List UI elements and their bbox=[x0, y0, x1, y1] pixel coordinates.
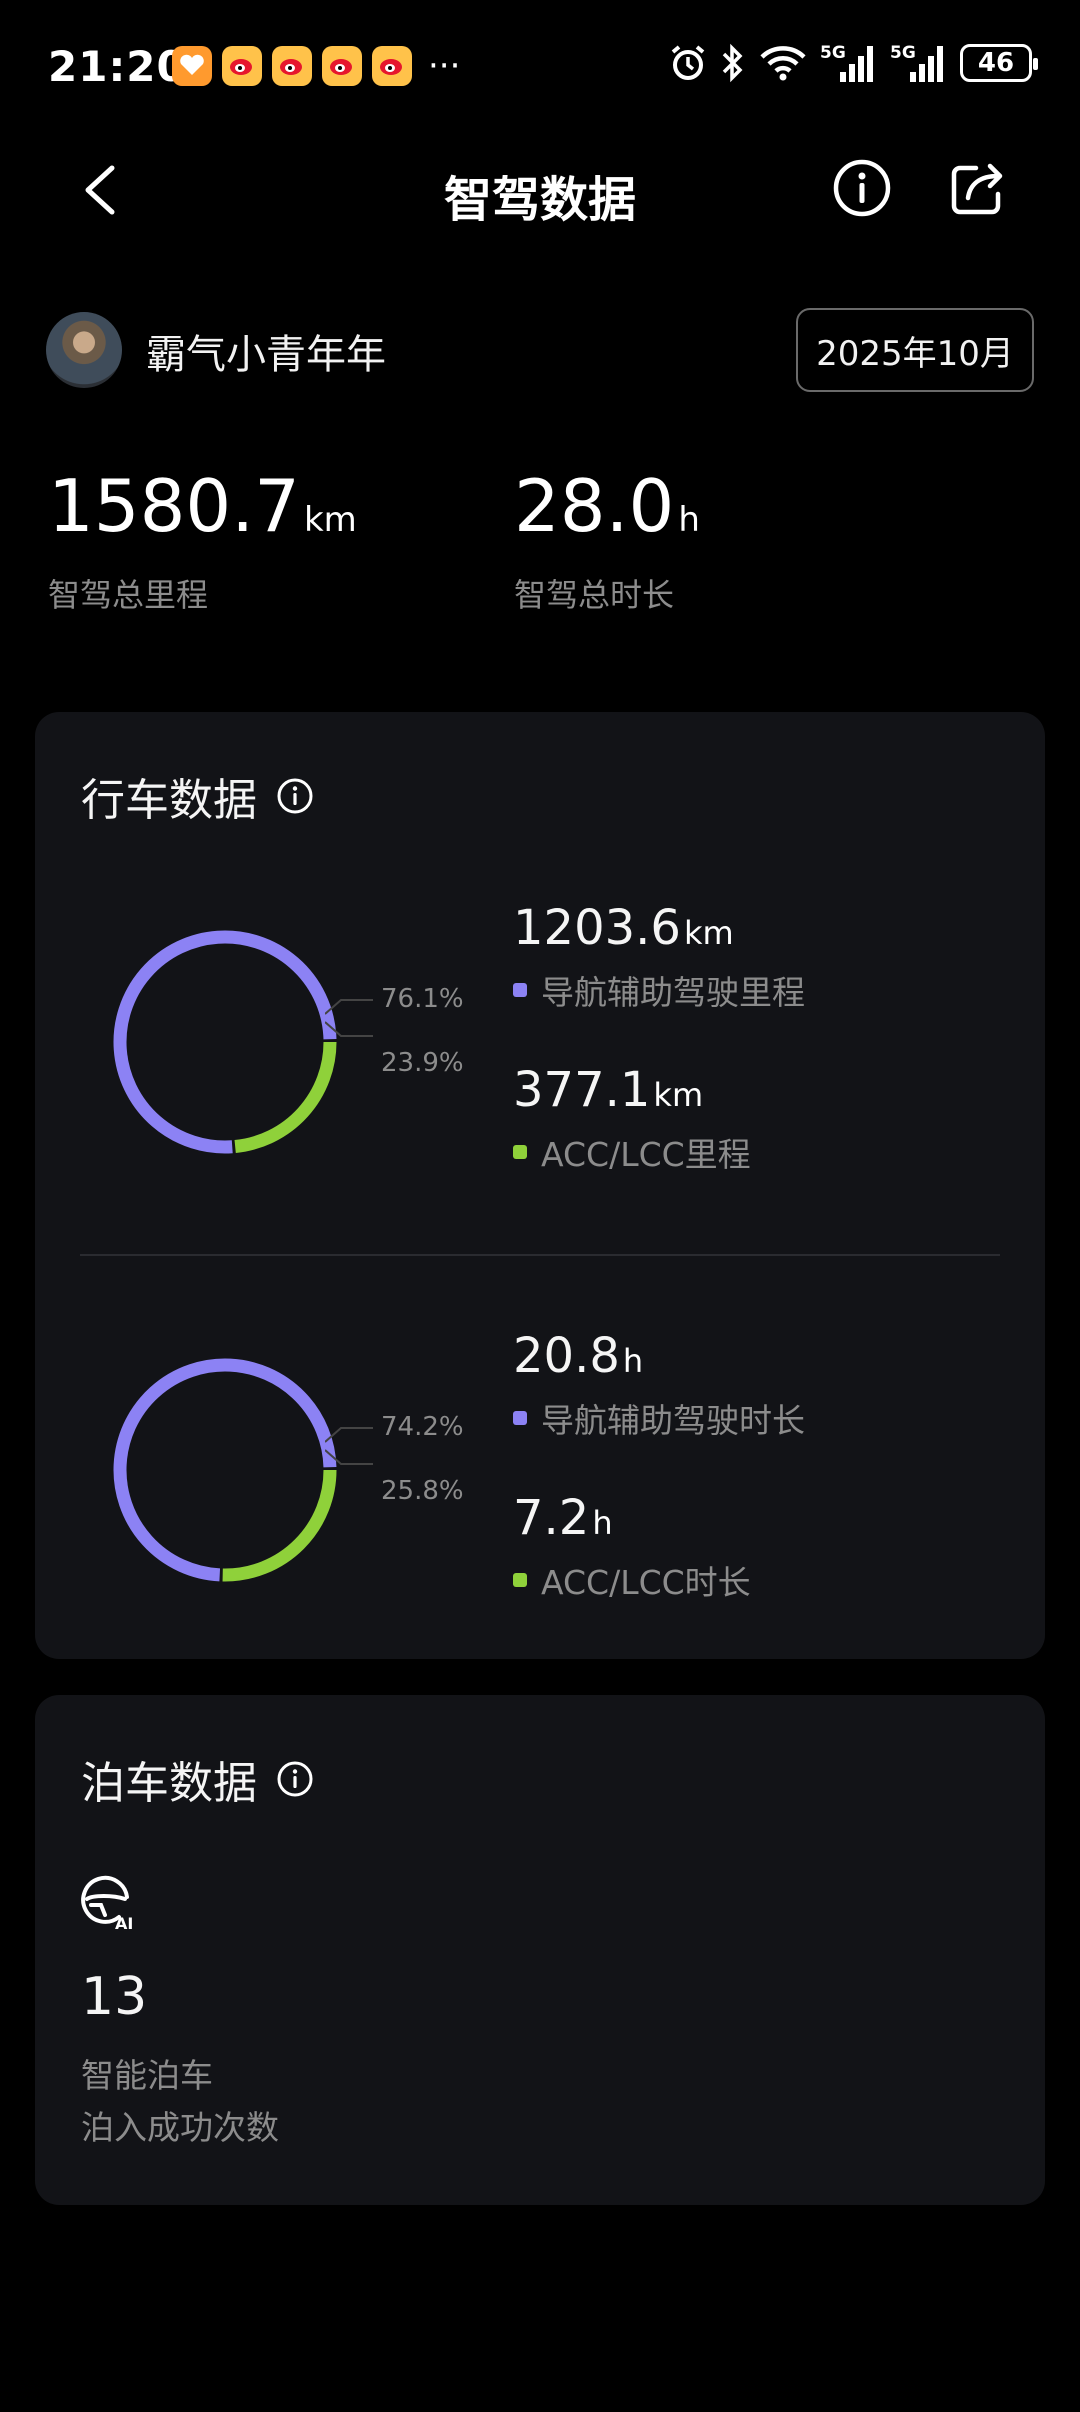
acc-mileage-label: ACC/LCC里程 bbox=[541, 1135, 751, 1174]
acc-mileage-value-row: 377.1km bbox=[513, 1066, 751, 1114]
acc-duration-label: ACC/LCC时长 bbox=[541, 1563, 751, 1602]
system-status-icons: 5G 5G 46 bbox=[668, 42, 1038, 84]
status-bar: 21:20 ··· 5G 5G 46 bbox=[0, 0, 1080, 134]
acc-duration-legend: ACC/LCC时长 bbox=[513, 1556, 751, 1604]
heart-app-icon bbox=[172, 46, 212, 86]
signal-icon: 5G bbox=[890, 43, 943, 82]
mileage-nav-percent: 76.1% bbox=[381, 984, 464, 1014]
nav-mileage-legend: 导航辅助驾驶里程 bbox=[513, 966, 805, 1014]
nav-legend-swatch bbox=[513, 1411, 527, 1425]
mileage-donut-chart bbox=[113, 930, 337, 1154]
driving-data-title: 行车数据 bbox=[81, 775, 257, 826]
parking-label: 智能泊车 bbox=[81, 2056, 213, 2095]
acc-mileage-value: 377.1 bbox=[513, 1062, 651, 1118]
month-label: 2025年10月 bbox=[816, 333, 1014, 374]
info-icon[interactable] bbox=[275, 776, 315, 816]
ai-steering-wheel-icon: AI bbox=[81, 1875, 133, 1931]
acc-legend-swatch bbox=[513, 1573, 527, 1587]
share-icon[interactable] bbox=[946, 156, 1010, 220]
battery-icon: 46 bbox=[960, 44, 1038, 82]
alarm-icon bbox=[671, 45, 705, 80]
weibo-icon bbox=[272, 46, 312, 86]
nav-duration-legend: 导航辅助驾驶时长 bbox=[513, 1394, 805, 1442]
total-duration-value: 28.0 bbox=[514, 464, 675, 548]
parking-sublabel: 泊入成功次数 bbox=[81, 2108, 279, 2147]
total-mileage-value: 1580.7 bbox=[48, 464, 300, 548]
total-mileage-value-row: 1580.7 km bbox=[48, 470, 357, 542]
bluetooth-icon bbox=[722, 43, 743, 83]
weibo-icon bbox=[322, 46, 362, 86]
svg-text:AI: AI bbox=[115, 1914, 133, 1931]
signal-icon: 5G bbox=[820, 43, 873, 82]
status-time: 21:20 bbox=[48, 42, 187, 91]
acc-duration-value-row: 7.2h bbox=[513, 1494, 751, 1542]
acc-duration-metric: 7.2h ACC/LCC时长 bbox=[513, 1494, 751, 1604]
acc-mileage-legend: ACC/LCC里程 bbox=[513, 1128, 751, 1176]
weibo-icon bbox=[222, 46, 262, 86]
weibo-icon bbox=[372, 46, 412, 86]
driving-data-title-row: 行车数据 bbox=[81, 764, 315, 828]
notification-icons: ··· bbox=[172, 46, 460, 86]
total-duration-value-row: 28.0 h bbox=[514, 470, 700, 542]
wifi-icon bbox=[760, 46, 806, 81]
mileage-leader-lines bbox=[325, 999, 373, 1037]
avatar bbox=[46, 312, 122, 388]
acc-mileage-metric: 377.1km ACC/LCC里程 bbox=[513, 1066, 751, 1176]
more-notifications-icon: ··· bbox=[428, 46, 461, 86]
nav-duration-value-row: 20.8h bbox=[513, 1332, 805, 1380]
nav-duration-value: 20.8 bbox=[513, 1328, 620, 1384]
total-mileage: 1580.7 km 智驾总里程 bbox=[48, 470, 357, 616]
acc-legend-swatch bbox=[513, 1145, 527, 1159]
total-mileage-label: 智驾总里程 bbox=[48, 576, 209, 614]
duration-leader-lines bbox=[325, 1427, 373, 1465]
battery-level: 46 bbox=[977, 48, 1015, 78]
nav-duration-metric: 20.8h 导航辅助驾驶时长 bbox=[513, 1332, 805, 1442]
driving-data-card: 行车数据 76.1% 23.9% 1203.6km 导航辅助驾驶里程 377.1… bbox=[35, 712, 1045, 1659]
mileage-acc-percent: 23.9% bbox=[381, 1048, 464, 1078]
nav-bar: 智驾数据 bbox=[0, 134, 1080, 246]
acc-duration-unit: h bbox=[592, 1504, 613, 1542]
nav-mileage-unit: km bbox=[683, 914, 734, 952]
duration-donut-chart bbox=[113, 1358, 337, 1582]
network-type-label: 5G bbox=[890, 43, 916, 63]
acc-mileage-unit: km bbox=[653, 1076, 704, 1114]
parking-data-title: 泊车数据 bbox=[81, 1758, 257, 1809]
duration-acc-percent: 25.8% bbox=[381, 1476, 464, 1506]
month-selector-button[interactable]: 2025年10月 bbox=[796, 308, 1034, 392]
page-title: 智驾数据 bbox=[443, 172, 636, 228]
parking-data-card: 泊车数据 AI 13 智能泊车 泊入成功次数 bbox=[35, 1695, 1045, 2205]
nav-legend-swatch bbox=[513, 983, 527, 997]
nav-mileage-value-row: 1203.6km bbox=[513, 904, 805, 952]
info-icon[interactable] bbox=[830, 156, 894, 220]
parking-count: 13 bbox=[81, 1967, 148, 2027]
nav-mileage-label: 导航辅助驾驶里程 bbox=[541, 973, 805, 1012]
parking-data-title-row: 泊车数据 bbox=[81, 1747, 315, 1811]
network-type-label: 5G bbox=[820, 43, 846, 63]
nav-duration-label: 导航辅助驾驶时长 bbox=[541, 1401, 805, 1440]
total-duration-label: 智驾总时长 bbox=[514, 576, 675, 614]
duration-nav-percent: 74.2% bbox=[381, 1412, 464, 1442]
nav-mileage-value: 1203.6 bbox=[513, 900, 681, 956]
acc-duration-value: 7.2 bbox=[513, 1490, 590, 1546]
nav-duration-unit: h bbox=[622, 1342, 644, 1380]
total-duration: 28.0 h 智驾总时长 bbox=[514, 470, 700, 616]
total-duration-unit: h bbox=[678, 500, 700, 540]
divider bbox=[80, 1254, 1000, 1256]
info-icon[interactable] bbox=[275, 1759, 315, 1799]
total-mileage-unit: km bbox=[303, 500, 357, 540]
username: 霸气小青年年 bbox=[146, 332, 386, 378]
nav-mileage-metric: 1203.6km 导航辅助驾驶里程 bbox=[513, 904, 805, 1014]
